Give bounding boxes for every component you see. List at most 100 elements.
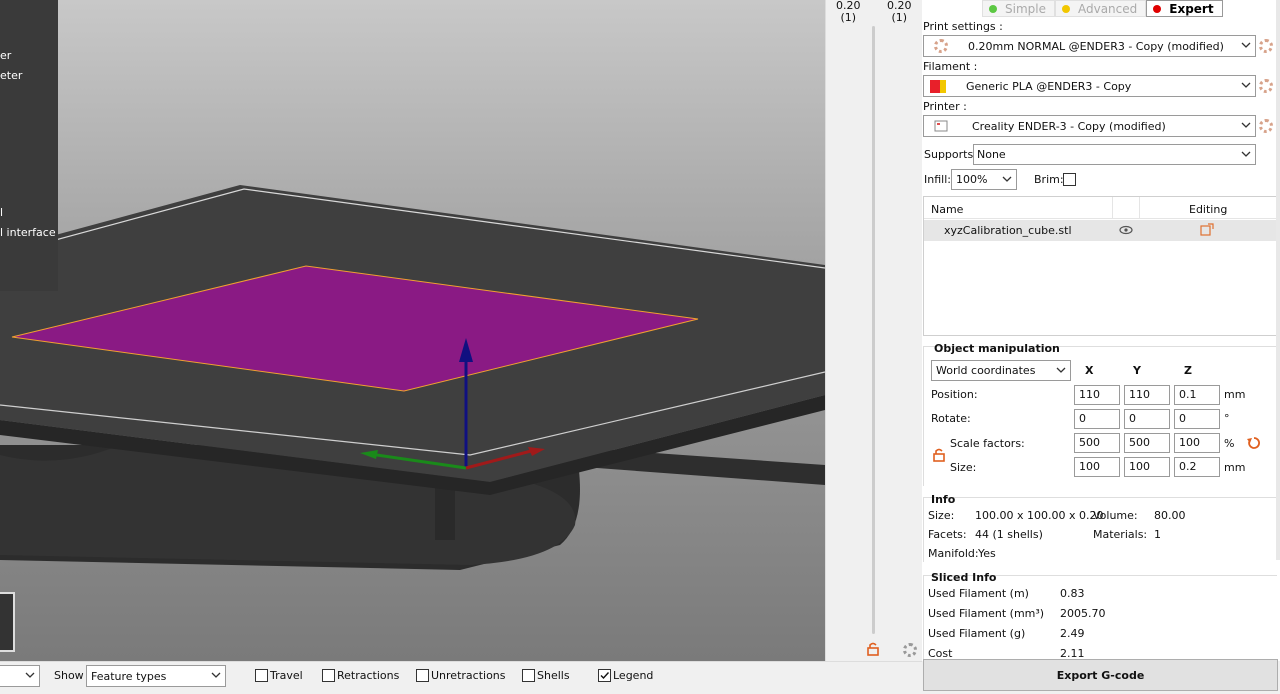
rotate-unit: ° <box>1224 412 1230 425</box>
bed-scene <box>0 185 825 570</box>
slider-min-value: 0.20 (1) <box>836 0 861 24</box>
eye-icon[interactable] <box>1119 225 1133 235</box>
size-x-field[interactable]: 100 <box>1074 457 1120 477</box>
rotate-z-field[interactable]: 0 <box>1174 409 1220 429</box>
info-title: Info <box>931 493 956 506</box>
mode-simple-button[interactable]: Simple <box>982 0 1055 17</box>
rotate-x-field[interactable]: 0 <box>1074 409 1120 429</box>
export-gcode-button[interactable]: Export G-code <box>923 659 1278 691</box>
position-label: Position: <box>931 388 978 401</box>
travel-label: Travel <box>270 669 303 682</box>
sliced-info-rows: Used Filament (m) 0.83 Used Filament (mm… <box>922 584 1278 661</box>
legend-panel: er eter l l interface <box>0 0 58 291</box>
info-materials-value: 1 <box>1154 528 1161 541</box>
shells-checkbox[interactable] <box>522 669 535 682</box>
printer-icon <box>934 120 948 132</box>
infill-label: Infill: <box>924 173 951 186</box>
show-label: Show <box>54 669 84 682</box>
print-settings-label: Print settings : <box>923 20 1003 33</box>
axis-y-header: Y <box>1133 364 1141 377</box>
printer-combo[interactable]: Creality ENDER-3 - Copy (modified) <box>923 115 1256 137</box>
chevron-down-icon <box>1241 122 1251 128</box>
rotate-y-field[interactable]: 0 <box>1124 409 1170 429</box>
position-unit: mm <box>1224 388 1246 401</box>
retractions-checkbox[interactable] <box>322 669 335 682</box>
checkmark-icon <box>600 672 610 680</box>
info-volume-label: Volume: <box>1093 509 1138 522</box>
edit-object-icon[interactable] <box>1200 223 1214 237</box>
chevron-down-icon <box>1241 151 1251 157</box>
info-volume-value: 80.00 <box>1154 509 1186 522</box>
chevron-down-icon <box>25 672 35 678</box>
chevron-down-icon <box>211 672 221 678</box>
column-name-header[interactable]: Name <box>931 203 963 216</box>
position-z-field[interactable]: 0.1 <box>1174 385 1220 405</box>
position-y-field[interactable]: 110 <box>1124 385 1170 405</box>
layer-slider[interactable]: 0.20 (1) 0.20 (1) <box>825 0 922 661</box>
sidebar-scrollbar[interactable] <box>1276 0 1280 560</box>
chevron-down-icon <box>1241 42 1251 48</box>
3d-viewport[interactable]: er eter l l interface <box>0 0 825 661</box>
sidebar: Simple Advanced Expert Print settings : … <box>922 0 1280 661</box>
settings-gear-icon <box>934 39 948 53</box>
info-facets-value: 44 (1 shells) <box>975 528 1043 541</box>
filament-color-icon <box>930 79 946 93</box>
edit-print-settings-icon[interactable] <box>1259 39 1273 53</box>
info-manifold-value: Yes <box>978 547 996 560</box>
info-manifold-label: Manifold: <box>928 547 979 560</box>
feature-view-combo[interactable]: Feature types <box>86 665 226 687</box>
reset-scale-icon[interactable] <box>1247 436 1261 450</box>
view-type-combo[interactable] <box>0 665 40 687</box>
size-label: Size: <box>950 461 977 474</box>
edit-filament-icon[interactable] <box>1259 79 1273 93</box>
scale-z-field[interactable]: 100 <box>1174 433 1220 453</box>
shells-label: Shells <box>537 669 570 682</box>
mode-dot-icon <box>1061 4 1070 13</box>
sliced-info-title: Sliced Info <box>931 571 997 584</box>
scale-y-field[interactable]: 500 <box>1124 433 1170 453</box>
info-facets-label: Facets: <box>928 528 967 541</box>
object-list-header: Name Editing <box>924 197 1276 219</box>
info-size-value: 100.00 x 100.00 x 0.20 <box>975 509 1104 522</box>
legend-line: er <box>0 49 12 62</box>
coordinate-system-combo[interactable]: World coordinates <box>931 360 1071 381</box>
layer-thumbnail[interactable] <box>0 592 15 652</box>
size-unit: mm <box>1224 461 1246 474</box>
travel-checkbox[interactable] <box>255 669 268 682</box>
position-x-field[interactable]: 110 <box>1074 385 1120 405</box>
mode-expert-button[interactable]: Expert <box>1146 0 1223 17</box>
lock-icon[interactable] <box>866 642 880 656</box>
printer-label: Printer : <box>923 100 967 113</box>
supports-label: Supports: <box>924 148 977 161</box>
brim-checkbox[interactable] <box>1063 173 1076 186</box>
rotate-label: Rotate: <box>931 412 971 425</box>
mode-advanced-button[interactable]: Advanced <box>1054 0 1147 17</box>
edit-printer-icon[interactable] <box>1259 119 1273 133</box>
object-row[interactable]: xyzCalibration_cube.stl <box>924 220 1276 241</box>
size-z-field[interactable]: 0.2 <box>1174 457 1220 477</box>
retractions-label: Retractions <box>337 669 400 682</box>
axis-z-header: Z <box>1184 364 1192 377</box>
sliced-info-label: Used Filament (m) <box>928 587 1029 600</box>
legend-line: l interface <box>0 226 56 239</box>
unretractions-checkbox[interactable] <box>416 669 429 682</box>
chevron-down-icon <box>1056 367 1066 373</box>
lock-icon[interactable] <box>932 448 946 462</box>
object-list: Name Editing xyzCalibration_cube.stl <box>923 196 1277 336</box>
mode-dot-icon <box>989 4 997 13</box>
infill-combo[interactable]: 100% <box>951 169 1017 190</box>
print-settings-combo[interactable]: 0.20mm NORMAL @ENDER3 - Copy (modified) <box>923 35 1256 57</box>
column-editing-header[interactable]: Editing <box>1189 203 1227 216</box>
scale-x-field[interactable]: 500 <box>1074 433 1120 453</box>
info-materials-label: Materials: <box>1093 528 1148 541</box>
supports-combo[interactable]: None <box>973 144 1256 165</box>
legend-checkbox[interactable] <box>598 669 611 682</box>
settings-gear-icon[interactable] <box>903 643 917 657</box>
filament-combo[interactable]: Generic PLA @ENDER3 - Copy <box>923 75 1256 97</box>
slider-track[interactable] <box>872 26 875 634</box>
size-y-field[interactable]: 100 <box>1124 457 1170 477</box>
object-manipulation-title: Object manipulation <box>934 342 1060 355</box>
chevron-down-icon <box>1002 176 1012 182</box>
filament-label: Filament : <box>923 60 978 73</box>
chevron-down-icon <box>1241 82 1251 88</box>
